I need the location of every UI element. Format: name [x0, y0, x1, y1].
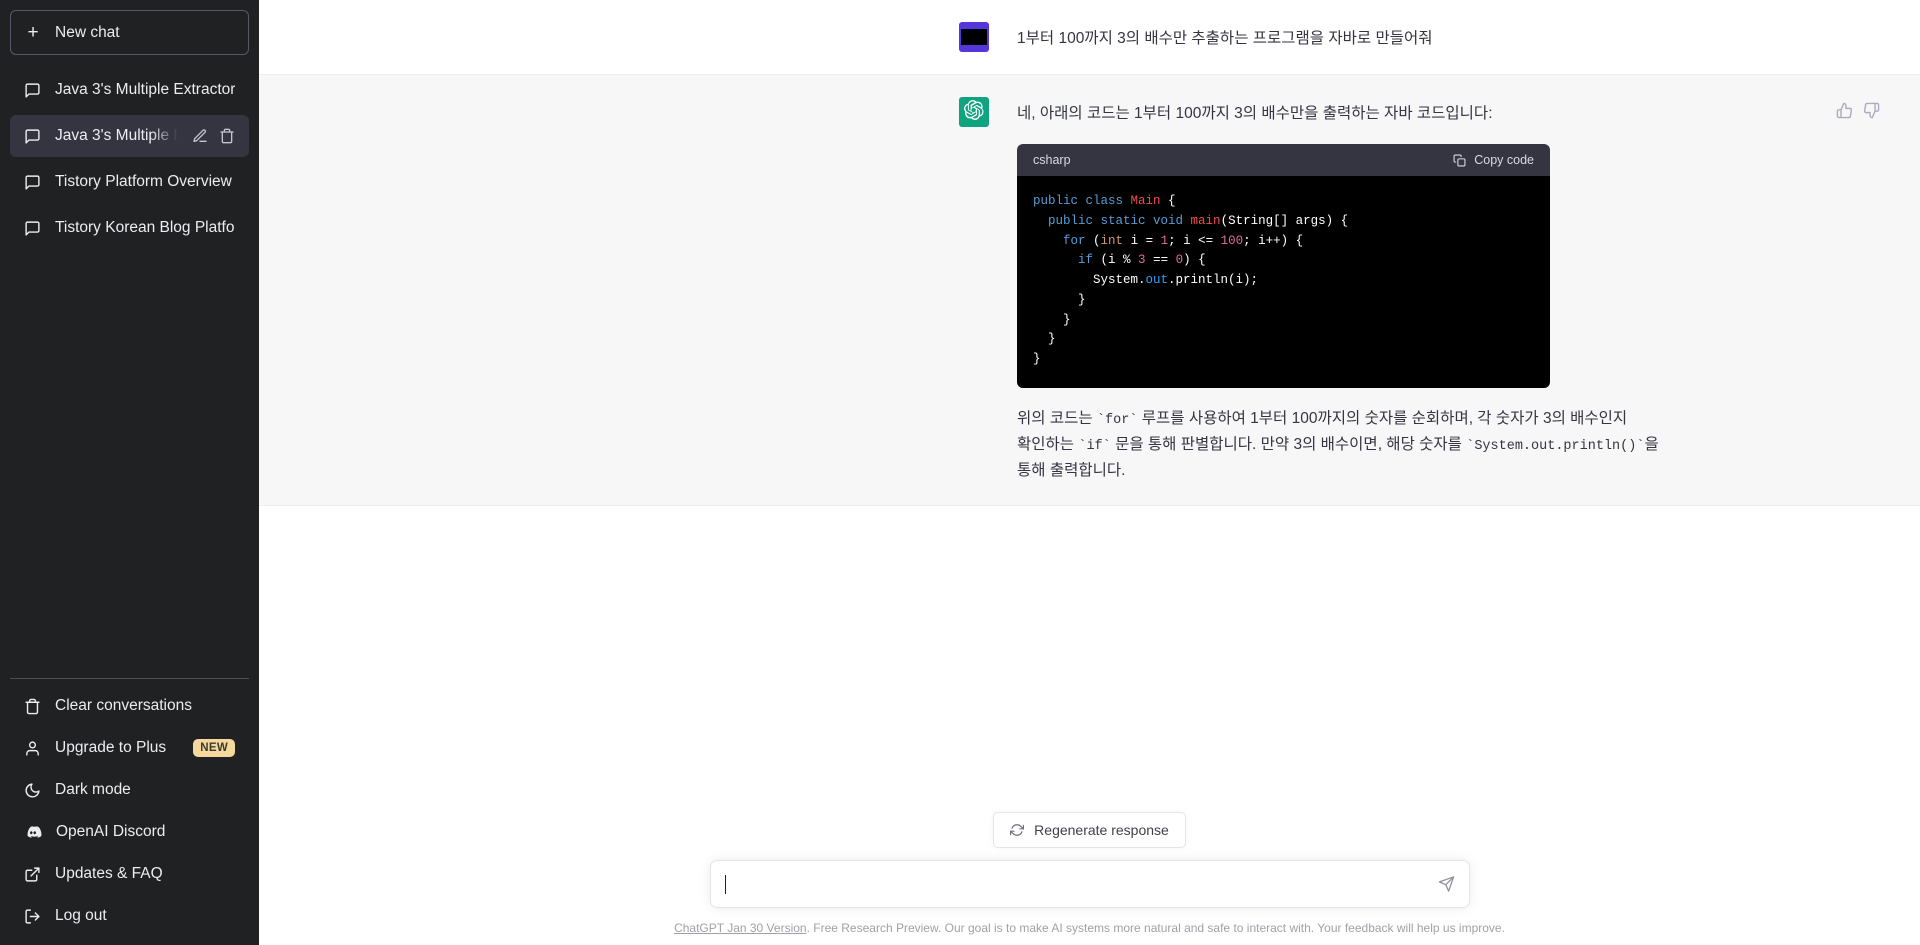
conversation-item-0[interactable]: Java 3's Multiple Extractor: [10, 69, 249, 111]
sidebar-item-dark-mode[interactable]: Dark mode: [10, 769, 249, 811]
sidebar-item-upgrade-to-plus[interactable]: Upgrade to Plus NEW: [10, 727, 249, 769]
assistant-avatar: [959, 97, 989, 127]
openai-logo-icon: [964, 99, 984, 125]
main-chat-area: 1부터 100까지 3의 배수만 추출하는 프로그램을 자바로 만들어줘 네, …: [259, 0, 1920, 945]
send-icon[interactable]: [1438, 876, 1455, 893]
thumbs-down-icon[interactable]: [1863, 102, 1880, 119]
conversation-actions: [192, 128, 235, 144]
sidebar: + New chat Java 3's Multiple Extractor J…: [0, 0, 259, 945]
refresh-icon: [1010, 823, 1025, 837]
disclaimer-text: . Free Research Preview. Our goal is to …: [806, 921, 1505, 935]
conversation-title: Tistory Korean Blog Platform: [55, 219, 235, 236]
chat-bubble-icon: [24, 174, 41, 191]
plus-icon: +: [27, 22, 39, 43]
trash-icon: [24, 698, 41, 715]
code-block-header: csharp Copy code: [1017, 144, 1550, 177]
conversation-item-2[interactable]: Tistory Platform Overview: [10, 161, 249, 203]
copy-code-button[interactable]: Copy code: [1453, 153, 1534, 167]
inline-code-if: `if`: [1078, 438, 1111, 454]
explanation-seg-3: 문을 통해 판별합니다. 만약 3의 배수이면, 해당 숫자를: [1110, 435, 1467, 453]
sidebar-item-openai-discord[interactable]: OpenAI Discord: [10, 811, 249, 853]
chat-bubble-icon: [24, 220, 41, 237]
message-input[interactable]: [726, 875, 1423, 893]
message-input-container[interactable]: [709, 860, 1470, 908]
discord-icon: [24, 823, 42, 841]
clipboard-icon: [1453, 154, 1466, 167]
code-block-body: public class Main { public static void m…: [1017, 176, 1550, 388]
version-link[interactable]: ChatGPT Jan 30 Version: [674, 921, 807, 935]
sidebar-item-label: OpenAI Discord: [56, 823, 166, 840]
thumbs-up-icon[interactable]: [1836, 102, 1853, 119]
assistant-explanation: 위의 코드는 `for` 루프를 사용하여 1부터 100까지의 숫자를 순회하…: [1017, 406, 1677, 483]
assistant-message: 네, 아래의 코드는 1부터 100까지 3의 배수만을 출력하는 자바 코드입…: [259, 74, 1920, 506]
text-caret: [724, 874, 726, 894]
new-chat-label: New chat: [55, 23, 120, 41]
user-message-text: 1부터 100까지 3의 배수만 추출하는 프로그램을 자바로 만들어줘: [1017, 30, 1433, 47]
pencil-icon[interactable]: [192, 128, 208, 144]
composer-area: Regenerate response ChatGPT Jan 30 Versi…: [259, 812, 1920, 945]
conversation-item-3[interactable]: Tistory Korean Blog Platform: [10, 207, 249, 249]
user-message: 1부터 100까지 3의 배수만 추출하는 프로그램을 자바로 만들어줘: [259, 0, 1920, 74]
feedback-buttons: [1836, 97, 1880, 119]
sidebar-item-clear-conversations[interactable]: Clear conversations: [10, 685, 249, 727]
sidebar-item-label: Updates & FAQ: [55, 865, 163, 882]
new-badge: NEW: [193, 739, 235, 757]
assistant-message-content: 네, 아래의 코드는 1부터 100까지 3의 배수만을 출력하는 자바 코드입…: [1017, 97, 1677, 483]
chat-bubble-icon: [24, 128, 41, 145]
user-avatar: [959, 22, 989, 52]
logout-icon: [24, 908, 41, 925]
new-chat-button[interactable]: + New chat: [10, 10, 249, 55]
inline-code-println: `System.out.println()`: [1466, 438, 1645, 454]
conversation-list: Java 3's Multiple Extractor Java 3's Mul…: [0, 63, 259, 249]
external-link-icon: [24, 866, 41, 883]
chat-bubble-icon: [24, 82, 41, 99]
regenerate-response-label: Regenerate response: [1034, 822, 1169, 838]
trash-icon[interactable]: [219, 128, 235, 144]
conversation-item-1[interactable]: Java 3's Multiple Printer: [10, 115, 249, 157]
message-thread: 1부터 100까지 3의 배수만 추출하는 프로그램을 자바로 만들어줘 네, …: [259, 0, 1920, 506]
code-block: csharp Copy code public class Main { pub…: [1017, 144, 1550, 388]
code-language-label: csharp: [1033, 153, 1071, 168]
sidebar-item-label: Log out: [55, 907, 107, 924]
chatgpt-app: + New chat Java 3's Multiple Extractor J…: [0, 0, 1920, 945]
conversation-title: Java 3's Multiple Printer: [55, 127, 178, 144]
sidebar-item-updates-faq[interactable]: Updates & FAQ: [10, 853, 249, 895]
inline-code-for: `for`: [1096, 412, 1138, 428]
moon-icon: [24, 782, 41, 799]
user-message-content: 1부터 100까지 3의 배수만 추출하는 프로그램을 자바로 만들어줘: [1017, 22, 1677, 51]
assistant-lead-text: 네, 아래의 코드는 1부터 100까지 3의 배수만을 출력하는 자바 코드입…: [1017, 105, 1493, 122]
sidebar-item-label: Upgrade to Plus: [55, 739, 167, 756]
conversation-title: Tistory Platform Overview: [55, 173, 232, 190]
sidebar-item-label: Clear conversations: [55, 697, 192, 714]
sidebar-item-log-out[interactable]: Log out: [10, 895, 249, 937]
footer-disclaimer: ChatGPT Jan 30 Version. Free Research Pr…: [674, 921, 1505, 935]
copy-code-label: Copy code: [1474, 153, 1534, 168]
sidebar-item-label: Dark mode: [55, 781, 131, 798]
regenerate-response-button[interactable]: Regenerate response: [993, 812, 1186, 848]
conversation-title: Java 3's Multiple Extractor: [55, 81, 235, 98]
explanation-seg-1: 위의 코드는: [1017, 409, 1097, 427]
sidebar-footer-menu: Clear conversations Upgrade to Plus NEW …: [10, 678, 249, 937]
person-icon: [24, 740, 41, 757]
